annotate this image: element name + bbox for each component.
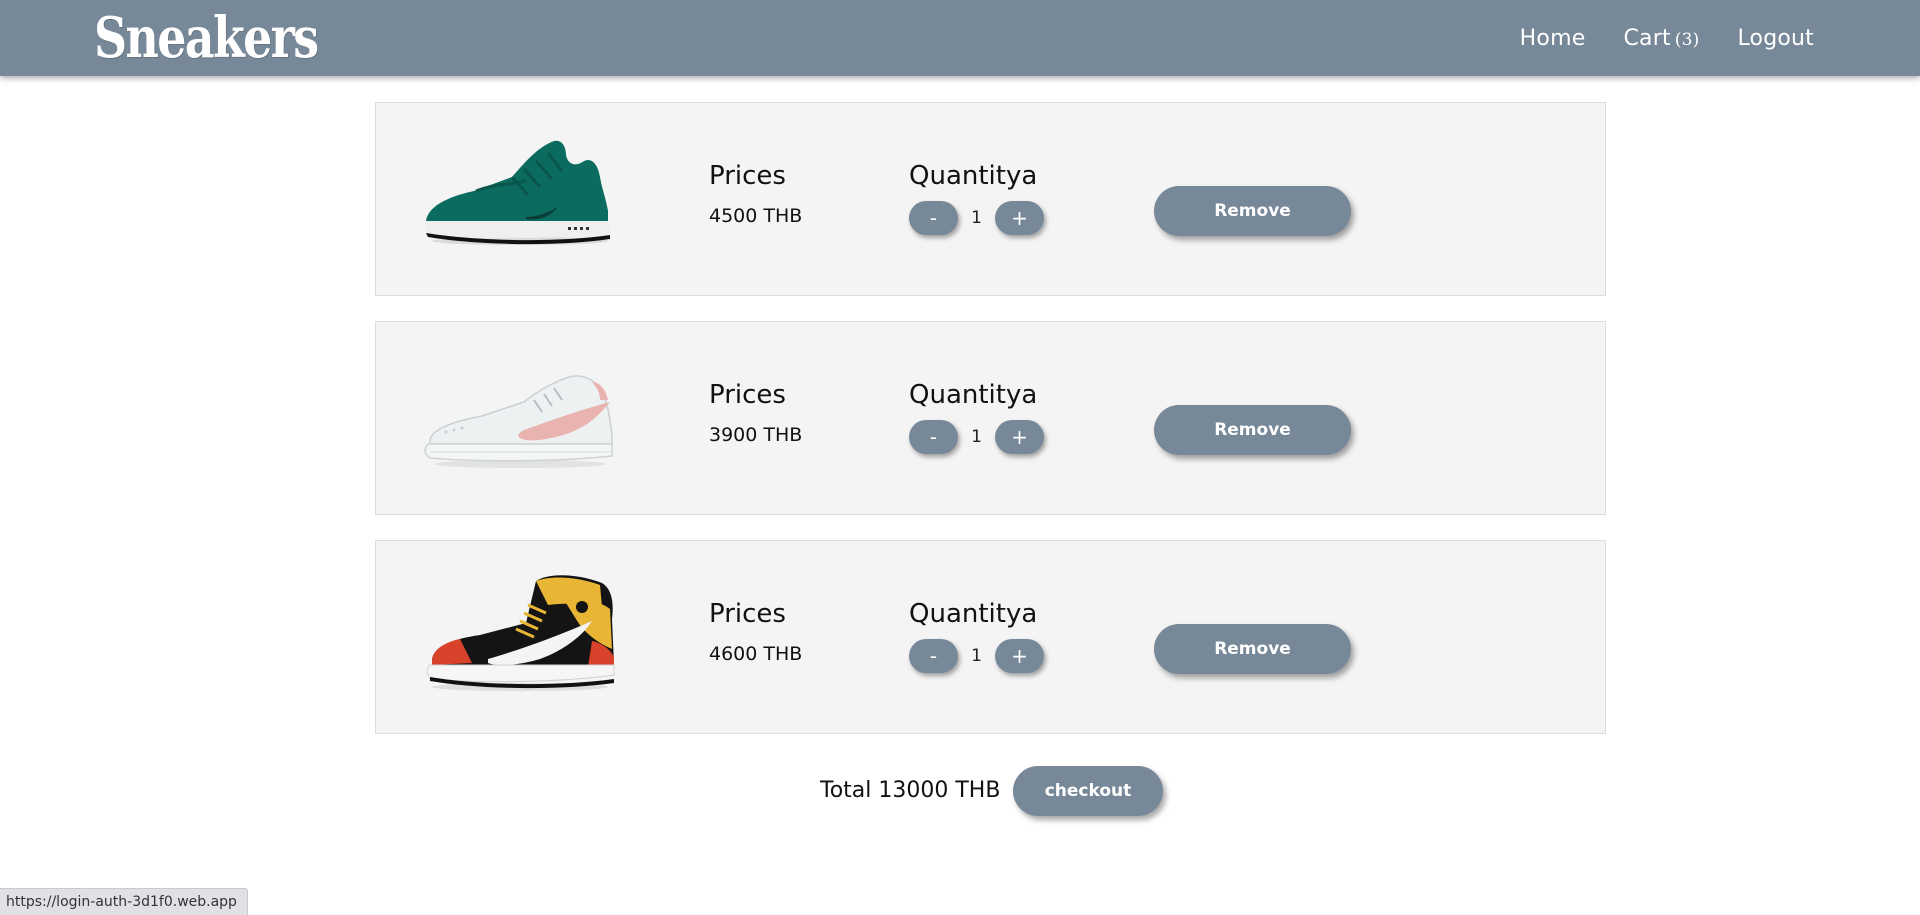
nav-cart-label: Cart	[1623, 25, 1671, 51]
cart-item: Prices 3900 THB Quantitya - 1 + Remove	[375, 321, 1606, 515]
quantity-label: Quantitya	[909, 161, 1038, 191]
nav-logout-link[interactable]: Logout	[1737, 26, 1814, 51]
nav-links: Home Cart (3) Logout	[1482, 0, 1814, 76]
quantity-value: 1	[971, 427, 982, 447]
cart-summary: Total 13000 THB checkout	[0, 766, 1920, 816]
price-value: 4500 THB	[709, 205, 803, 227]
cart-item: Prices 4600 THB Quantitya - 1 + Remove	[375, 540, 1606, 734]
price-label: Prices	[709, 380, 786, 410]
link-preview-status: https://login-auth-3d1f0.web.app	[0, 888, 248, 915]
quantity-label: Quantitya	[909, 380, 1038, 410]
increase-quantity-button[interactable]: +	[995, 420, 1044, 454]
remove-button[interactable]: Remove	[1154, 405, 1351, 455]
quantity-label: Quantitya	[909, 599, 1038, 629]
remove-button[interactable]: Remove	[1154, 624, 1351, 674]
quantity-stepper: - 1 +	[909, 639, 1044, 673]
product-image-black-red-yellow-high-top	[416, 563, 628, 713]
price-block: Prices 3900 THB	[709, 380, 802, 446]
price-value: 4600 THB	[709, 643, 803, 665]
price-label: Prices	[709, 599, 786, 629]
quantity-block: Quantitya - 1 +	[909, 161, 1044, 235]
cart-total: Total 13000 THB	[820, 778, 1001, 803]
white-pink-sneaker-icon	[424, 375, 613, 468]
decrease-quantity-button[interactable]: -	[909, 201, 958, 235]
product-image-green-running-shoe	[416, 125, 628, 275]
checkout-button[interactable]: checkout	[1013, 766, 1163, 816]
price-value: 3900 THB	[709, 424, 803, 446]
price-block: Prices 4600 THB	[709, 599, 802, 665]
remove-button[interactable]: Remove	[1154, 186, 1351, 236]
high-top-sneaker-icon	[426, 575, 615, 691]
quantity-block: Quantitya - 1 +	[909, 380, 1044, 454]
quantity-stepper: - 1 +	[909, 201, 1044, 235]
nav-home-link[interactable]: Home	[1520, 26, 1586, 51]
increase-quantity-button[interactable]: +	[995, 639, 1044, 673]
decrease-quantity-button[interactable]: -	[909, 639, 958, 673]
green-running-shoe-icon	[424, 140, 611, 245]
product-image-white-pink-low-sneaker	[416, 344, 628, 494]
nav-cart-link[interactable]: Cart (3)	[1623, 26, 1699, 51]
cart-item: Prices 4500 THB Quantitya - 1 + Remove	[375, 102, 1606, 296]
navbar: Sneakers Home Cart (3) Logout	[0, 0, 1920, 76]
cart-list: Prices 4500 THB Quantitya - 1 + Remove P…	[375, 102, 1608, 759]
quantity-value: 1	[971, 646, 982, 666]
cart-count-badge: (3)	[1674, 29, 1700, 50]
decrease-quantity-button[interactable]: -	[909, 420, 958, 454]
price-label: Prices	[709, 161, 786, 191]
quantity-value: 1	[971, 208, 982, 228]
quantity-stepper: - 1 +	[909, 420, 1044, 454]
quantity-block: Quantitya - 1 +	[909, 599, 1044, 673]
brand-logo[interactable]: Sneakers	[94, 2, 319, 74]
price-block: Prices 4500 THB	[709, 161, 802, 227]
increase-quantity-button[interactable]: +	[995, 201, 1044, 235]
